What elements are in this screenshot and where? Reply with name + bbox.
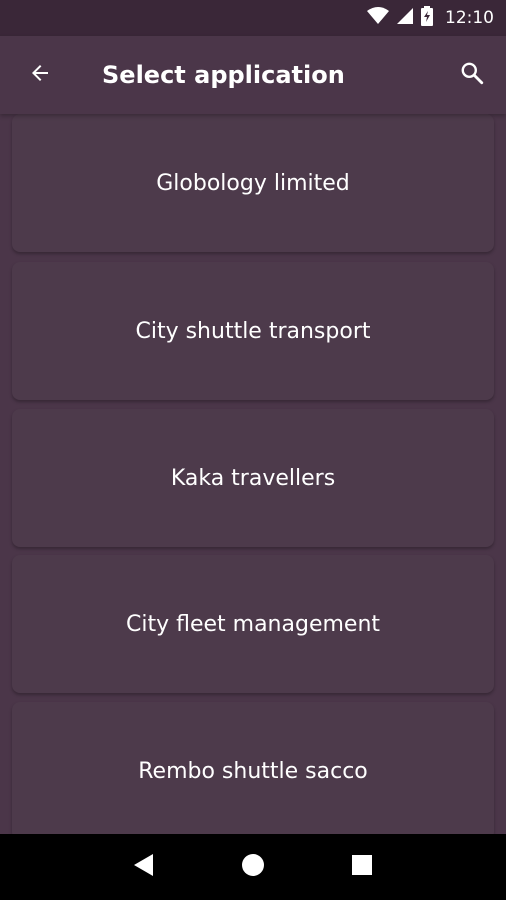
battery-charging-icon	[421, 5, 433, 31]
application-name: Kaka travellers	[170, 465, 336, 491]
application-card[interactable]: Kaka travellers	[12, 409, 494, 547]
system-nav-bar	[0, 834, 506, 900]
search-icon	[459, 60, 485, 91]
application-name: Globology limited	[156, 170, 350, 196]
application-card[interactable]: Globology limited	[12, 114, 494, 252]
home-circle-icon	[241, 853, 265, 882]
nav-home-button[interactable]	[233, 847, 273, 887]
application-card[interactable]: City fleet management	[12, 555, 494, 693]
recents-square-icon	[351, 854, 373, 881]
nav-recents-button[interactable]	[342, 847, 382, 887]
back-button[interactable]	[20, 55, 60, 95]
application-name: City fleet management	[125, 611, 381, 637]
back-triangle-icon	[133, 853, 155, 882]
page-title: Select application	[102, 61, 345, 89]
application-list: Globology limited City shuttle transport…	[0, 114, 506, 834]
app-bar: Select application	[0, 36, 506, 114]
status-bar: 12:10	[0, 0, 506, 36]
cell-signal-icon	[397, 7, 413, 29]
search-button[interactable]	[452, 55, 492, 95]
status-time: 12:10	[445, 8, 494, 28]
wifi-icon	[367, 6, 389, 30]
status-icons: 12:10	[367, 5, 494, 31]
nav-back-button[interactable]	[124, 847, 164, 887]
application-name: Rembo shuttle sacco	[138, 758, 368, 784]
arrow-left-icon	[28, 61, 52, 90]
application-card[interactable]: Rembo shuttle sacco	[12, 702, 494, 834]
application-card[interactable]: City shuttle transport	[12, 262, 494, 400]
application-name: City shuttle transport	[135, 318, 371, 344]
